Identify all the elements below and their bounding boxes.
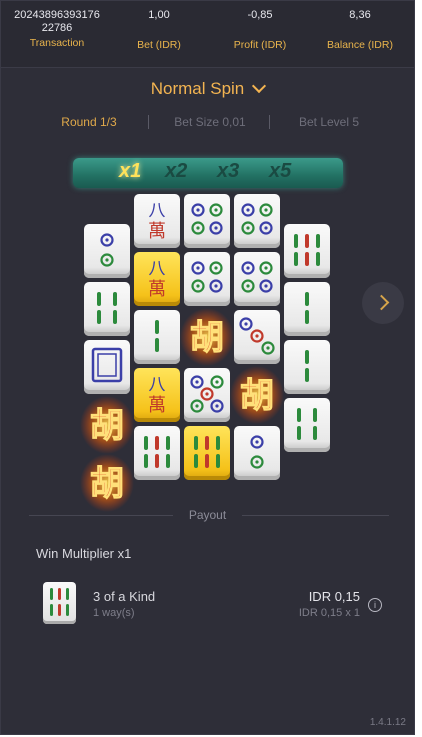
profit-value: -0,85	[247, 9, 273, 21]
payout-label: Payout	[172, 508, 243, 522]
hu-wild-symbol: 胡	[180, 307, 234, 367]
balance-stat: 8,36 Balance (IDR)	[308, 9, 412, 51]
multiplier-x5: x5	[269, 160, 292, 182]
bet-label: Bet (IDR)	[137, 39, 181, 51]
svg-text:八: 八	[149, 201, 166, 221]
svg-text:萬: 萬	[148, 279, 166, 300]
win-formula: IDR 0,15 x 1	[298, 607, 360, 619]
bamboo-2-tile	[284, 282, 330, 336]
svg-text:胡: 胡	[90, 464, 124, 504]
wan-8-tile-gold: 八萬	[134, 252, 180, 306]
payout-row: 3 of a Kind 1 way(s) IDR 0,15 IDR 0,15 x…	[1, 579, 414, 629]
divider	[269, 115, 270, 129]
dot-4-tile	[184, 252, 230, 306]
stats-bar: 20243896393176 22786 Transaction 1,00 Be…	[1, 1, 414, 68]
transaction-id-line1: 20243896393176	[14, 9, 100, 21]
profit-stat: -0,85 Profit (IDR)	[208, 9, 312, 51]
transaction-label: Transaction	[29, 37, 85, 49]
dot-4-tile	[184, 194, 230, 248]
info-icon[interactable]: i	[368, 598, 382, 612]
svg-text:胡: 胡	[240, 376, 274, 416]
transaction-id-line2: 22786	[41, 22, 73, 34]
wan-8-tile-gold: 八萬	[134, 368, 180, 422]
transaction-stat: 20243896393176 22786 Transaction	[5, 9, 109, 49]
bamboo-6-tile	[284, 224, 330, 278]
game-history-panel: 20243896393176 22786 Transaction 1,00 Be…	[0, 0, 415, 735]
svg-text:萬: 萬	[148, 221, 166, 242]
bet-level-info: Bet Level 5	[298, 115, 360, 129]
round-info-bar: Round 1/3 Bet Size 0,01 Bet Level 5	[1, 115, 414, 129]
spin-mode-label: Normal Spin	[150, 79, 245, 98]
wan-8-tile: 八萬	[134, 194, 180, 248]
win-ways: 1 way(s)	[93, 607, 135, 619]
win-combo-title: 3 of a Kind	[93, 589, 156, 604]
bamboo-tile-icon	[43, 582, 76, 624]
spin-mode-selector[interactable]: Normal Spin	[1, 78, 414, 99]
win-multiplier-label: Win Multiplier x1	[36, 546, 132, 561]
multiplier-x3: x3	[217, 160, 240, 182]
dot-5-tile	[184, 368, 230, 422]
bamboo-4-tile	[84, 282, 130, 336]
version-label: 1.4.1.12	[369, 717, 406, 728]
bamboo-6-tile-gold	[184, 426, 230, 480]
bamboo-6-tile	[134, 426, 180, 480]
dot-2-tile	[84, 224, 130, 278]
bet-stat: 1,00 Bet (IDR)	[107, 9, 211, 51]
hu-wild-symbol: 胡	[80, 453, 134, 513]
multiplier-x2: x2	[165, 160, 188, 182]
hu-wild-symbol: 胡	[80, 395, 134, 455]
hu-wild-symbol: 胡	[230, 365, 284, 425]
bet-size-info: Bet Size 0,01	[174, 115, 246, 129]
win-amount: IDR 0,15	[308, 589, 360, 604]
multiplier-x1: x1	[119, 160, 142, 182]
svg-text:萬: 萬	[148, 395, 166, 416]
next-round-button[interactable]	[362, 282, 404, 324]
divider	[148, 115, 149, 129]
blank-frame-tile	[84, 340, 130, 394]
round-indicator: Round 1/3	[61, 115, 117, 129]
svg-text:八: 八	[149, 375, 166, 395]
svg-text:胡: 胡	[90, 406, 124, 446]
bamboo-4-tile	[284, 398, 330, 452]
bamboo-2-tile	[284, 340, 330, 394]
svg-text:八: 八	[149, 259, 166, 279]
dot-4-tile	[234, 194, 280, 248]
dot-2-tile	[234, 426, 280, 480]
balance-label: Balance (IDR)	[327, 39, 393, 51]
balance-value: 8,36	[349, 9, 371, 21]
multiplier-banner: x1 x2 x3 x5	[73, 158, 343, 188]
bamboo-2-tile	[134, 310, 180, 364]
dot-3-tile	[234, 310, 280, 364]
profit-label: Profit (IDR)	[233, 39, 287, 51]
bet-value: 1,00	[148, 9, 170, 21]
svg-text:胡: 胡	[190, 318, 224, 358]
payout-section-title: Payout	[1, 508, 414, 522]
dot-4-tile	[234, 252, 280, 306]
chevron-down-icon	[252, 78, 267, 94]
